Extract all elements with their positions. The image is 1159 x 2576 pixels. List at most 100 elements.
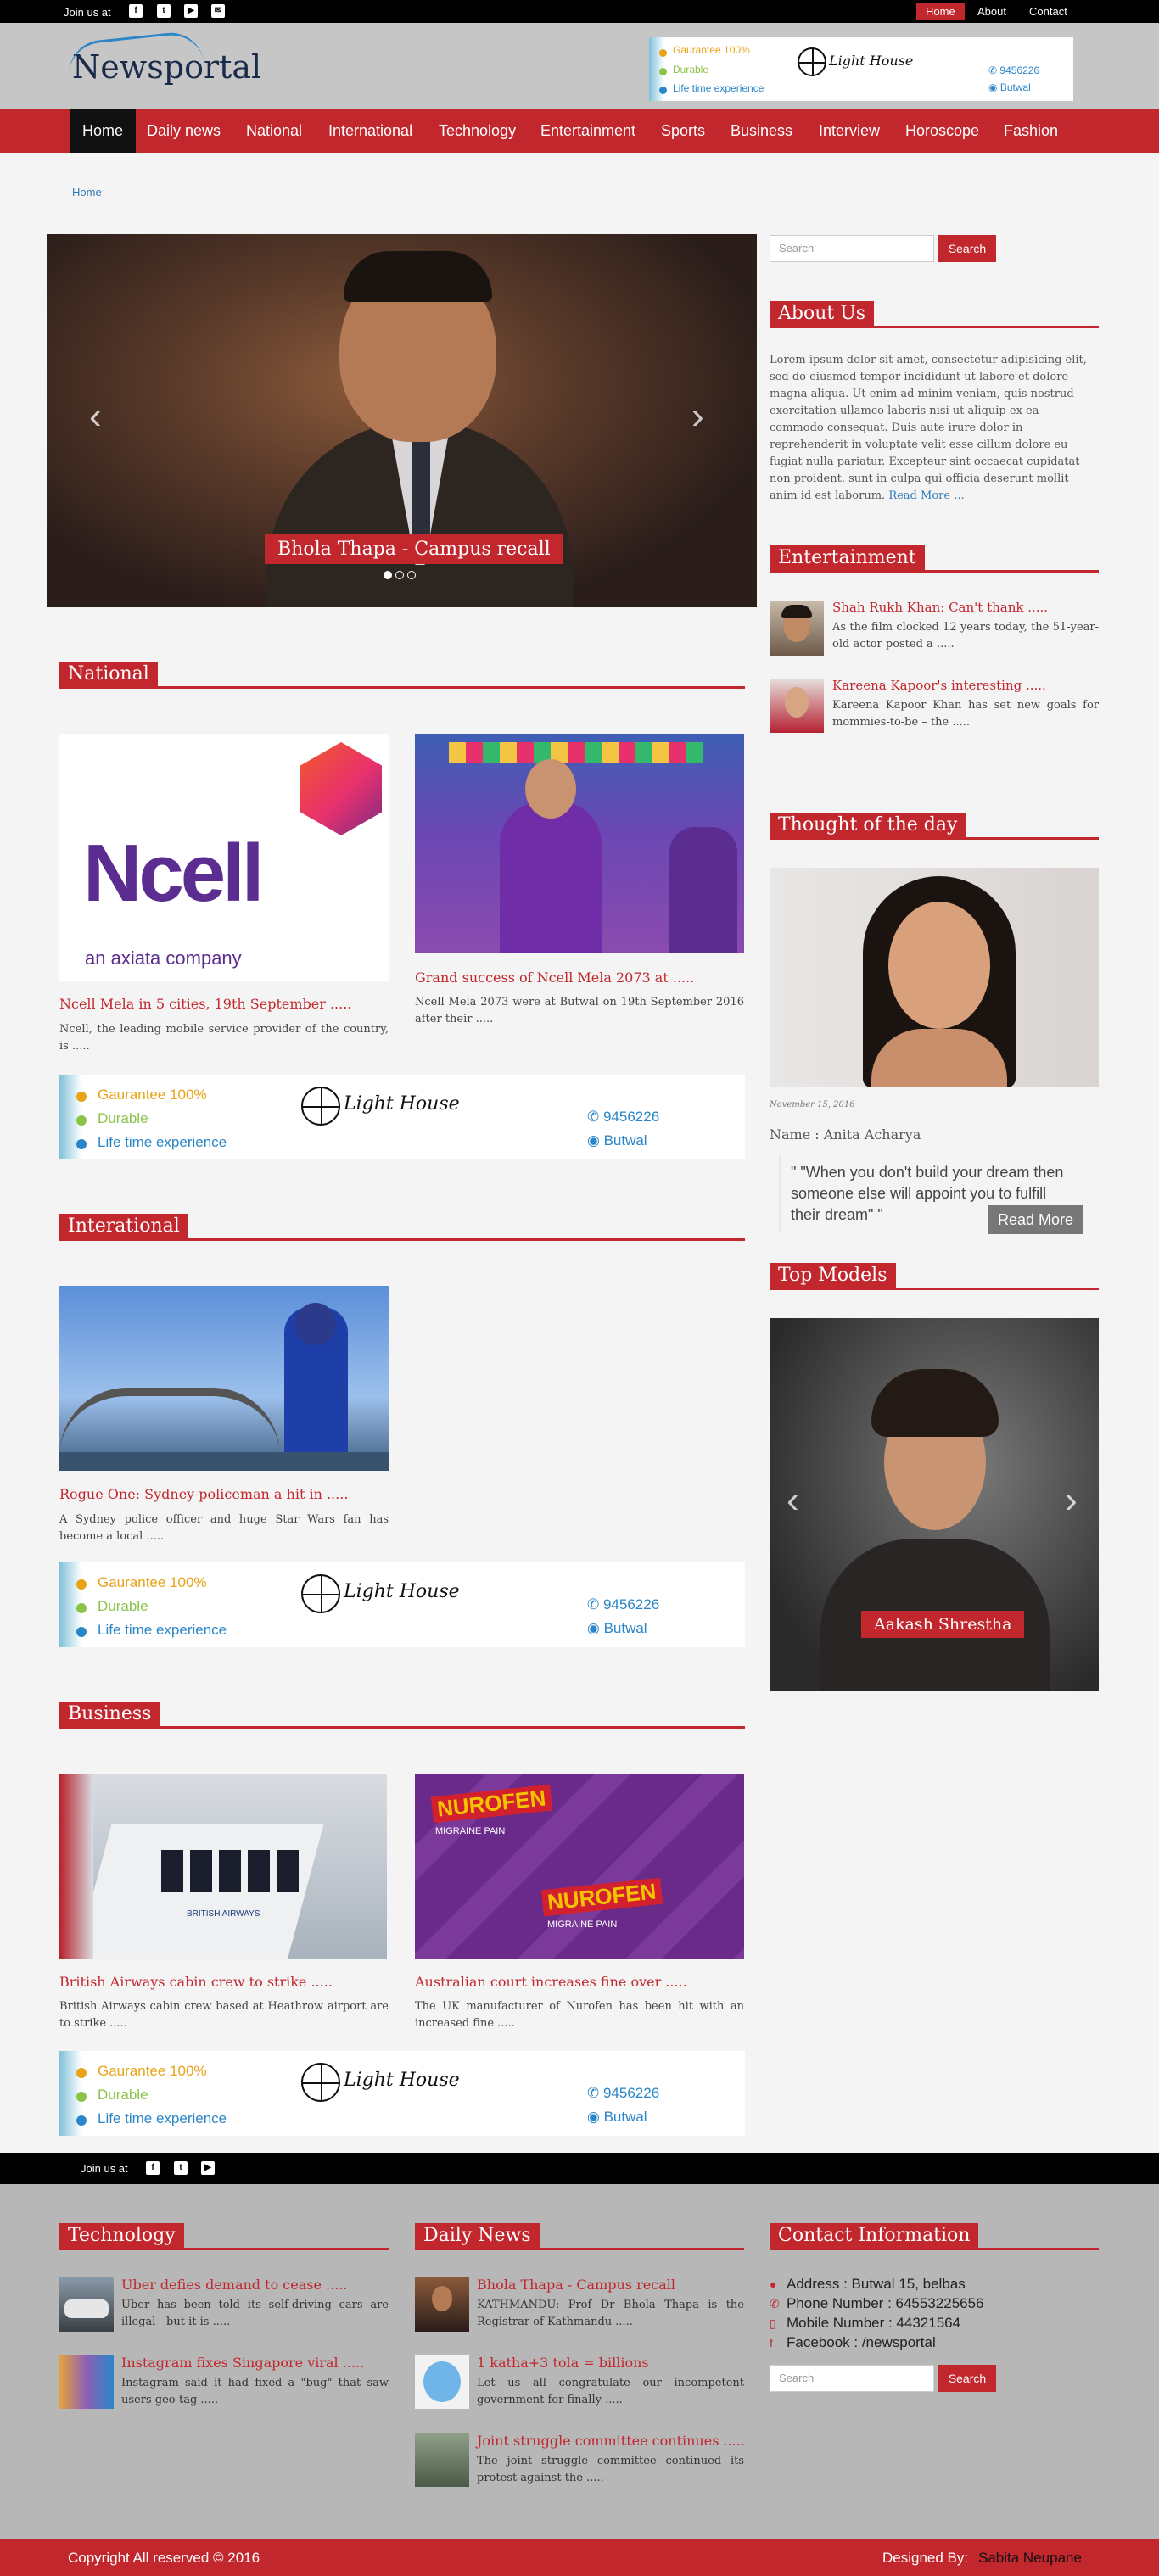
entertainment-item-2-title[interactable]: Kareena Kapoor's interesting ..... (832, 678, 1046, 693)
technology-section-header: Technology (59, 2223, 389, 2250)
daily-news-section-title[interactable]: Daily News (415, 2223, 540, 2250)
business-section-title[interactable]: Business (59, 1702, 160, 1729)
national-card-1-image[interactable]: Ncell an axiata company (59, 734, 389, 981)
technology-section-title[interactable]: Technology (59, 2223, 184, 2250)
ad-location-text: Butwal (603, 1620, 647, 1636)
nav-entertainment[interactable]: Entertainment (528, 109, 648, 153)
facebook-icon[interactable]: f (129, 4, 143, 18)
footer-search-input[interactable]: Search (770, 2365, 934, 2392)
models-caption[interactable]: Aakash Shrestha (861, 1611, 1025, 1638)
business-card-1-title[interactable]: British Airways cabin crew to strike ...… (59, 1974, 333, 1990)
ad-line-guarantee: Gaurantee 100% (673, 44, 750, 56)
entertainment-item-1-title[interactable]: Shah Rukh Khan: Can't thank ..... (832, 600, 1048, 615)
national-card-2-title[interactable]: Grand success of Ncell Mela 2073 at ....… (415, 969, 694, 986)
daily-item-3-title[interactable]: Joint struggle committee continues ..... (477, 2433, 745, 2449)
daily-thumb-3[interactable] (415, 2433, 469, 2487)
tech-item-2-title[interactable]: Instagram fixes Singapore viral ..... (121, 2355, 364, 2371)
ad-bullet-blue (659, 87, 667, 94)
top-nav-contact[interactable]: Contact (1020, 3, 1077, 20)
slider-caption[interactable]: Bhola Thapa - Campus recall (265, 534, 563, 564)
facebook-icon[interactable]: f (146, 2161, 160, 2175)
mail-icon[interactable]: ✉ (211, 4, 225, 18)
site-logo[interactable]: Newsportal (65, 29, 261, 86)
slider-dot-3[interactable] (407, 571, 416, 579)
tech-item-1-title[interactable]: Uber defies demand to cease ..... (121, 2277, 347, 2293)
about-read-more-link[interactable]: Read More ... (888, 489, 964, 502)
nav-interview[interactable]: Interview (806, 109, 893, 153)
nav-horoscope[interactable]: Horoscope (893, 109, 992, 153)
entertainment-section-title[interactable]: Entertainment (770, 545, 925, 573)
daily-item-2-title[interactable]: 1 katha+3 tola = billions (477, 2355, 649, 2371)
daily-item-3-text: The joint struggle committee continued i… (477, 2455, 744, 2484)
international-card-1-title[interactable]: Rogue One: Sydney policeman a hit in ...… (59, 1486, 348, 1502)
daily-thumb-2[interactable] (415, 2355, 469, 2409)
daily-item-1-title[interactable]: Bhola Thapa - Campus recall (477, 2277, 675, 2293)
daily-thumb-1[interactable] (415, 2277, 469, 2332)
ncell-logo-sub: an axiata company (85, 947, 242, 969)
sidebar-search-button[interactable]: Search (938, 235, 996, 262)
tech-thumb-1[interactable] (59, 2277, 114, 2332)
lighthouse-ad-3[interactable]: Gaurantee 100% Durable Life time experie… (59, 2051, 745, 2136)
designer-name[interactable]: Sabita Neupane (978, 2550, 1082, 2567)
ad-line-lifetime: Life time experience (98, 1622, 227, 1638)
hero-slider[interactable]: ‹ › Bhola Thapa - Campus recall (47, 234, 757, 607)
twitter-icon[interactable]: t (174, 2161, 188, 2175)
thought-author: Name : Anita Acharya (770, 1126, 921, 1143)
models-prev-arrow[interactable]: ‹ (787, 1479, 799, 1522)
thought-date: November 15, 2016 (770, 1100, 855, 1109)
nav-international[interactable]: International (316, 109, 425, 153)
lighthouse-ad-2[interactable]: Gaurantee 100% Durable Life time experie… (59, 1562, 745, 1647)
thought-read-more-button[interactable]: Read More (988, 1205, 1083, 1234)
contact-address-text: Address : Butwal 15, belbas (787, 2276, 966, 2292)
nav-national[interactable]: National (233, 109, 315, 153)
youtube-icon[interactable]: ▶ (184, 4, 198, 18)
nav-fashion[interactable]: Fashion (991, 109, 1071, 153)
business-card-1-image[interactable]: BRITISH AIRWAYS (59, 1774, 387, 1959)
slider-dot-2[interactable] (395, 571, 404, 579)
dancer-face (525, 759, 576, 819)
models-next-arrow[interactable]: › (1065, 1479, 1078, 1522)
harbour-water (59, 1452, 389, 1471)
contact-facebook[interactable]: f Facebook : /newsportal (770, 2334, 936, 2351)
slider-prev-arrow[interactable]: ‹ (89, 395, 102, 438)
nav-daily-news[interactable]: Daily news (134, 109, 233, 153)
tech-thumb-2[interactable] (59, 2355, 114, 2409)
youtube-icon[interactable]: ▶ (201, 2161, 215, 2175)
dancer-body (500, 802, 602, 953)
footer-search-button[interactable]: Search (938, 2365, 996, 2392)
business-section-header: Business (59, 1702, 745, 1729)
business-card-2-image[interactable]: NUROFEN MIGRAINE PAIN NUROFEN MIGRAINE P… (415, 1774, 744, 1959)
about-text: Lorem ipsum dolor sit amet, consectetur … (770, 352, 1092, 505)
business-card-2-title[interactable]: Australian court increases fine over ...… (415, 1974, 687, 1990)
international-card-1-image[interactable] (59, 1286, 389, 1471)
breadcrumb-home[interactable]: Home (72, 186, 102, 198)
contact-section-header: Contact Information (770, 2223, 1099, 2250)
national-section-title[interactable]: National (59, 662, 158, 689)
international-section-title[interactable]: Interational (59, 1214, 188, 1241)
top-nav-about[interactable]: About (968, 3, 1016, 20)
ad-bullet-orange (76, 1579, 87, 1590)
ad-phone-text: 9456226 (999, 64, 1040, 76)
entertainment-thumb-2[interactable] (770, 679, 824, 733)
slider-dot-1[interactable] (384, 571, 392, 579)
national-card-2-image[interactable] (415, 734, 744, 953)
models-slider[interactable]: ‹ › Aakash Shrestha (770, 1318, 1099, 1691)
lighthouse-ad-1[interactable]: Gaurantee 100% Durable Life time experie… (59, 1075, 745, 1159)
main-nav: Home Daily news National International T… (0, 109, 1159, 153)
ad-brand: Light House (344, 2070, 460, 2091)
twitter-icon[interactable]: t (157, 4, 171, 18)
header-ad-banner[interactable]: Gaurantee 100% Durable Life time experie… (649, 37, 1073, 101)
ad-line-guarantee: Gaurantee 100% (98, 1574, 207, 1590)
nav-business[interactable]: Business (718, 109, 805, 153)
national-card-1-title[interactable]: Ncell Mela in 5 cities, 19th September .… (59, 996, 351, 1012)
slider-next-arrow[interactable]: › (691, 395, 704, 438)
location-icon: ◉ (587, 2109, 604, 2125)
nav-technology[interactable]: Technology (426, 109, 529, 153)
sidebar-search-input[interactable]: Search (770, 235, 934, 262)
daily-item-1-text: KATHMANDU: Prof Dr Bhola Thapa is the Re… (477, 2299, 744, 2328)
nav-home[interactable]: Home (70, 109, 137, 153)
top-nav-home[interactable]: Home (916, 3, 965, 20)
ad-brand: Light House (829, 53, 914, 69)
nav-sports[interactable]: Sports (648, 109, 718, 153)
entertainment-thumb-1[interactable] (770, 601, 824, 656)
